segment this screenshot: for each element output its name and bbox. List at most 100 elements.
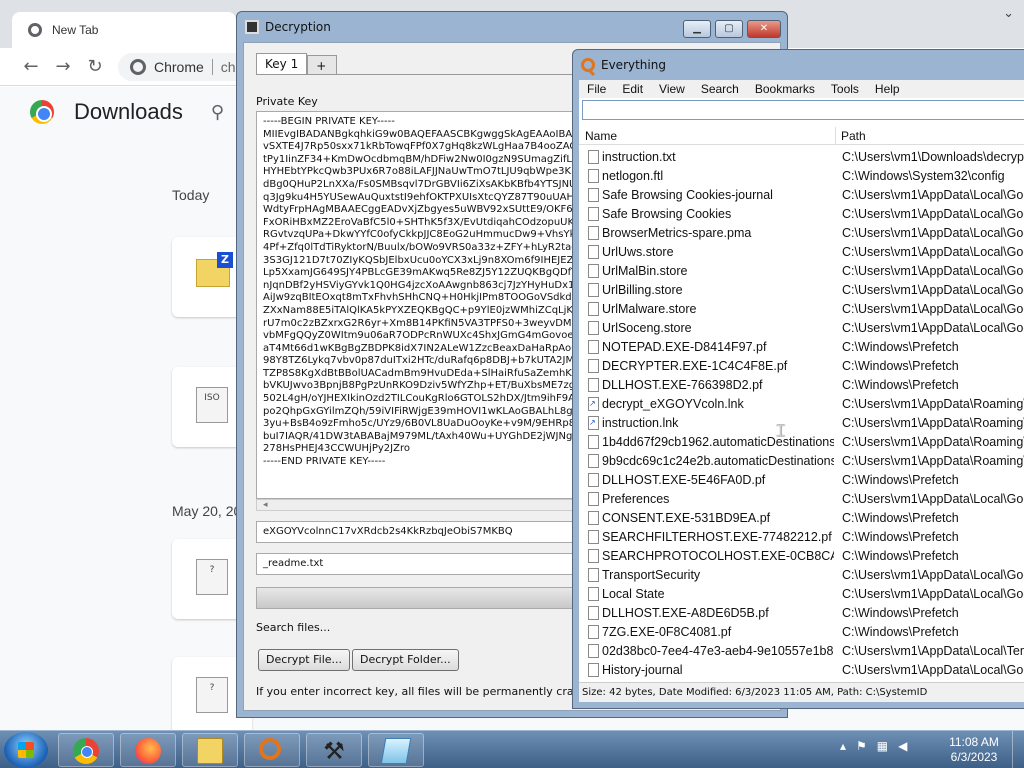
- clock-date: 6/3/2023: [950, 750, 998, 764]
- file-path: C:\Windows\Prefetch: [842, 511, 959, 525]
- table-row[interactable]: History-journal C:\Users\vm1\AppData\Loca…: [579, 661, 1024, 678]
- windows-flag-icon: [18, 742, 34, 758]
- taskbar-chrome[interactable]: [58, 733, 114, 767]
- table-row[interactable]: Preferences C:\Users\vm1\AppData\Local\Go…: [579, 490, 1024, 509]
- decryption-title: Decryption: [265, 20, 331, 34]
- file-path: C:\Users\vm1\AppData\Roaming\: [842, 454, 1024, 468]
- menu-view[interactable]: View: [651, 80, 693, 98]
- table-row[interactable]: netlogon.ftl C:\Windows\System32\config: [579, 167, 1024, 186]
- network-icon[interactable]: ▦: [877, 739, 888, 753]
- flag-icon[interactable]: ⚑: [856, 739, 867, 753]
- chrome-logo-icon: [30, 100, 54, 124]
- maximize-button[interactable]: ▢: [715, 20, 743, 38]
- add-tab-button[interactable]: +: [307, 55, 338, 75]
- shortcut-file-icon: [588, 416, 599, 430]
- table-row[interactable]: DLLHOST.EXE-5E46FA0D.pf C:\Windows\Prefet…: [579, 471, 1024, 490]
- menu-bookmarks[interactable]: Bookmarks: [747, 80, 823, 98]
- table-row[interactable]: 02d38bc0-7ee4-47e3-aeb4-9e10557e1b8c.t..…: [579, 642, 1024, 661]
- table-row[interactable]: UrlBilling.store C:\Users\vm1\AppData\Loc…: [579, 281, 1024, 300]
- table-row[interactable]: UrlSoceng.store C:\Users\vm1\AppData\Loca…: [579, 319, 1024, 338]
- table-row[interactable]: BrowserMetrics-spare.pma C:\Users\vm1\App…: [579, 224, 1024, 243]
- file-path: C:\Windows\Prefetch: [842, 530, 959, 544]
- table-row[interactable]: decrypt_eXGOYVcoln.lnk C:\Users\vm1\AppDa…: [579, 395, 1024, 414]
- back-arrow-icon[interactable]: ←: [20, 56, 42, 78]
- table-row[interactable]: NOTEPAD.EXE-D8414F97.pf C:\Windows\Prefet…: [579, 338, 1024, 357]
- section-today: Today: [172, 187, 210, 203]
- file-path: C:\Windows\Prefetch: [842, 378, 959, 392]
- file-icon: [588, 378, 599, 392]
- file-path: C:\Users\vm1\AppData\Local\Tem: [842, 644, 1024, 658]
- file-name: DECRYPTER.EXE-1C4C4F8E.pf: [602, 359, 788, 373]
- table-row[interactable]: SEARCHPROTOCOLHOST.EXE-0CB8CADE... C:\Win…: [579, 547, 1024, 566]
- omnibox-separator: [211, 59, 213, 75]
- shortcut-file-icon: [588, 397, 599, 411]
- table-row[interactable]: UrlMalware.store C:\Users\vm1\AppData\Loc…: [579, 300, 1024, 319]
- file-name: NOTEPAD.EXE-D8414F97.pf: [602, 340, 767, 354]
- column-divider[interactable]: [835, 127, 836, 145]
- search-input[interactable]: [582, 100, 1024, 120]
- magnifier-icon: [259, 738, 281, 760]
- taskbar-clock[interactable]: 11:08 AM 6/3/2023: [944, 735, 1004, 765]
- menu-search[interactable]: Search: [693, 80, 747, 98]
- taskbar-tool[interactable]: ⚒: [306, 733, 362, 767]
- close-button[interactable]: ✕: [747, 20, 781, 38]
- forward-arrow-icon[interactable]: →: [52, 56, 74, 78]
- everything-titlebar[interactable]: Everything: [573, 50, 1024, 80]
- table-row[interactable]: 1b4dd67f29cb1962.automaticDestinations..…: [579, 433, 1024, 452]
- decrypt-file-button[interactable]: Decrypt File...: [258, 649, 351, 671]
- reload-icon[interactable]: ↻: [84, 56, 106, 78]
- chrome-tab-new-tab[interactable]: New Tab: [12, 12, 236, 48]
- table-row[interactable]: 9b9cdc69c1c24e2b.automaticDestinations..…: [579, 452, 1024, 471]
- menu-help[interactable]: Help: [867, 80, 908, 98]
- tray-expand-icon[interactable]: ▴: [840, 739, 846, 753]
- unknown-file-icon: ?: [196, 677, 228, 713]
- table-row[interactable]: UrlUws.store C:\Users\vm1\AppData\Local\G…: [579, 243, 1024, 262]
- table-row[interactable]: DECRYPTER.EXE-1C4C4F8E.pf C:\Windows\Pref…: [579, 357, 1024, 376]
- taskbar-notepad[interactable]: [368, 733, 424, 767]
- file-name: BrowserMetrics-spare.pma: [602, 226, 752, 240]
- table-row[interactable]: TransportSecurity C:\Users\vm1\AppData\Lo…: [579, 566, 1024, 585]
- table-row[interactable]: DLLHOST.EXE-766398D2.pf C:\Windows\Prefet…: [579, 376, 1024, 395]
- decrypt-folder-button[interactable]: Decrypt Folder...: [352, 649, 459, 671]
- table-row[interactable]: SEARCHFILTERHOST.EXE-77482212.pf C:\Windo…: [579, 528, 1024, 547]
- table-row[interactable]: UrlMalBin.store C:\Users\vm1\AppData\Loca…: [579, 262, 1024, 281]
- key-tabs: Key 1 +: [256, 53, 338, 75]
- table-row[interactable]: DLLHOST.EXE-A8DE6D5B.pf C:\Windows\Prefet…: [579, 604, 1024, 623]
- table-row[interactable]: instruction.lnk C:\Users\vm1\AppData\Roam…: [579, 414, 1024, 433]
- file-name: CONSENT.EXE-531BD9EA.pf: [602, 511, 771, 525]
- clock-time: 11:08 AM: [949, 735, 999, 749]
- table-row[interactable]: 7ZG.EXE-0F8C4081.pf C:\Windows\Prefetch: [579, 623, 1024, 642]
- everything-app-icon: [581, 58, 595, 72]
- minimize-button[interactable]: ▁: [683, 20, 711, 38]
- table-row[interactable]: CONSENT.EXE-531BD9EA.pf C:\Windows\Prefet…: [579, 509, 1024, 528]
- taskbar-explorer[interactable]: [182, 733, 238, 767]
- taskbar-firefox[interactable]: [120, 733, 176, 767]
- file-icon: [588, 435, 599, 449]
- menu-tools[interactable]: Tools: [823, 80, 867, 98]
- file-icon: [588, 663, 599, 677]
- hammer-icon: ⚒: [323, 737, 345, 765]
- table-row[interactable]: Local State C:\Users\vm1\AppData\Local\Go…: [579, 585, 1024, 604]
- table-row[interactable]: instruction.txt C:\Users\vm1\Downloads\de…: [579, 148, 1024, 167]
- tab-key-1[interactable]: Key 1: [256, 53, 308, 75]
- file-name: TransportSecurity: [602, 568, 701, 582]
- volume-icon[interactable]: ◀: [898, 739, 907, 753]
- chevron-down-icon[interactable]: ⌄: [1003, 6, 1014, 21]
- file-icon: [588, 511, 599, 525]
- table-row[interactable]: Safe Browsing Cookies-journal C:\Users\vm…: [579, 186, 1024, 205]
- column-path-header[interactable]: Path: [841, 129, 866, 143]
- taskbar-everything[interactable]: [244, 733, 300, 767]
- table-row[interactable]: Safe Browsing Cookies C:\Users\vm1\AppDat…: [579, 205, 1024, 224]
- file-icon: [588, 302, 599, 316]
- chrome-chip-icon: [130, 59, 146, 75]
- everything-title: Everything: [601, 58, 666, 72]
- column-name-header[interactable]: Name: [585, 129, 617, 143]
- search-icon[interactable]: ⚲: [211, 102, 224, 123]
- show-desktop-button[interactable]: [1012, 731, 1024, 768]
- menu-edit[interactable]: Edit: [614, 80, 651, 98]
- file-icon: [588, 587, 599, 601]
- start-button[interactable]: [4, 732, 48, 768]
- menu-file[interactable]: File: [579, 80, 614, 98]
- file-name: SEARCHPROTOCOLHOST.EXE-0CB8CADE...: [602, 549, 834, 563]
- search-files-label: Search files...: [256, 621, 331, 634]
